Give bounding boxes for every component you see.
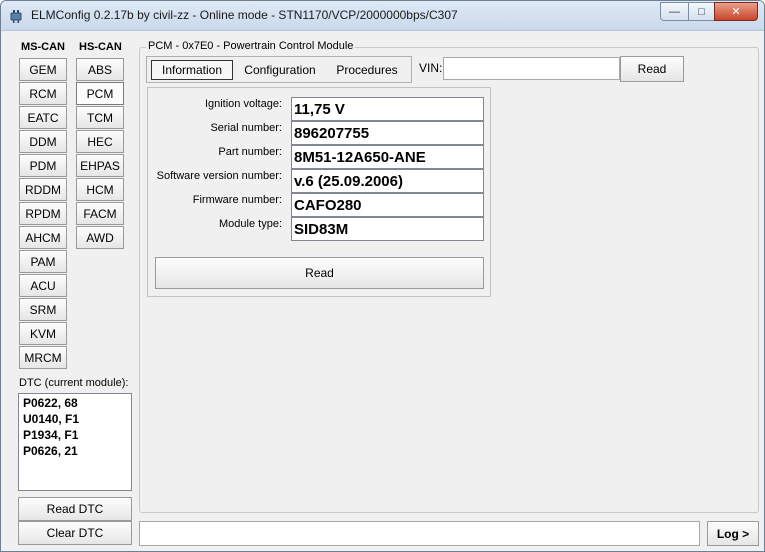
minimize-icon: — [669,5,680,18]
log-field[interactable] [139,521,700,546]
dtc-list[interactable]: P0622, 68 U0140, F1 P1934, F1 P0626, 21 [18,393,132,491]
app-window: ELMConfig 0.2.17b by civil-zz - Online m… [0,0,765,552]
title-bar[interactable]: ELMConfig 0.2.17b by civil-zz - Online m… [1,1,764,31]
part-number-value[interactable]: 8M51-12A650-ANE [291,145,484,169]
module-type-value[interactable]: SID83M [291,217,484,241]
module-button-srm[interactable]: SRM [19,298,67,321]
module-button-pdm[interactable]: PDM [19,154,67,177]
module-button-hcm[interactable]: HCM [76,178,124,201]
part-number-label: Part number: [218,146,282,158]
dtc-item[interactable]: P1934, F1 [23,428,78,442]
module-button-rddm[interactable]: RDDM [19,178,67,201]
firmware-number-label: Firmware number: [192,194,282,206]
tab-procedures[interactable]: Procedures [325,60,409,80]
maximize-button[interactable]: □ [688,2,714,21]
log-button[interactable]: Log > [707,521,759,546]
module-button-gem[interactable]: GEM [19,58,67,81]
module-button-facm[interactable]: FACM [76,202,124,225]
module-button-pcm[interactable]: PCM [76,82,124,105]
tab-information[interactable]: Information [151,60,233,80]
module-button-ehpas[interactable]: EHPAS [76,154,124,177]
ms-can-label: MS-CAN [21,41,65,53]
module-button-abs[interactable]: ABS [76,58,124,81]
dtc-item[interactable]: P0626, 21 [23,444,78,458]
ignition-voltage-label: Ignition voltage: [204,98,282,110]
read-vin-button[interactable]: Read [620,56,684,82]
module-button-rcm[interactable]: RCM [19,82,67,105]
module-group-title: PCM - 0x7E0 - Powertrain Control Module [146,40,356,52]
module-button-hec[interactable]: HEC [76,130,124,153]
module-button-ahcm[interactable]: AHCM [19,226,67,249]
module-type-label: Module type: [219,218,282,230]
serial-number-value[interactable]: 896207755 [291,121,484,145]
module-button-tcm[interactable]: TCM [76,106,124,129]
read-information-button[interactable]: Read [155,257,484,289]
hs-can-label: HS-CAN [79,41,122,53]
clear-dtc-button[interactable]: Clear DTC [18,521,132,545]
window-title: ELMConfig 0.2.17b by civil-zz - Online m… [31,8,458,22]
caption-buttons: — □ ✕ [660,2,758,22]
vin-label: VIN: [419,61,443,75]
serial-number-label: Serial number: [210,122,282,134]
module-button-kvm[interactable]: KVM [19,322,67,345]
dtc-label: DTC (current module): [19,377,129,389]
module-button-eatc[interactable]: EATC [19,106,67,129]
ignition-voltage-value[interactable]: 11,75 V [291,97,484,121]
tab-strip: Information Configuration Procedures [146,56,412,83]
software-version-label: Software version number: [156,170,282,182]
module-button-rpdm[interactable]: RPDM [19,202,67,225]
close-icon: ✕ [731,6,741,18]
dtc-item[interactable]: U0140, F1 [23,412,79,426]
firmware-number-value[interactable]: CAFO280 [291,193,484,217]
module-button-acu[interactable]: ACU [19,274,67,297]
maximize-icon: □ [698,5,705,18]
read-dtc-button[interactable]: Read DTC [18,497,132,521]
software-version-value[interactable]: v.6 (25.09.2006) [291,169,484,193]
module-button-mrcm[interactable]: MRCM [19,346,67,369]
elmconfig-app-icon [10,10,22,23]
minimize-button[interactable]: — [660,2,688,21]
close-button[interactable]: ✕ [714,2,758,21]
vin-input[interactable] [443,57,620,80]
module-button-ddm[interactable]: DDM [19,130,67,153]
module-button-awd[interactable]: AWD [76,226,124,249]
dtc-item[interactable]: P0622, 68 [23,396,78,410]
module-button-pam[interactable]: PAM [19,250,67,273]
tab-configuration[interactable]: Configuration [237,60,323,80]
